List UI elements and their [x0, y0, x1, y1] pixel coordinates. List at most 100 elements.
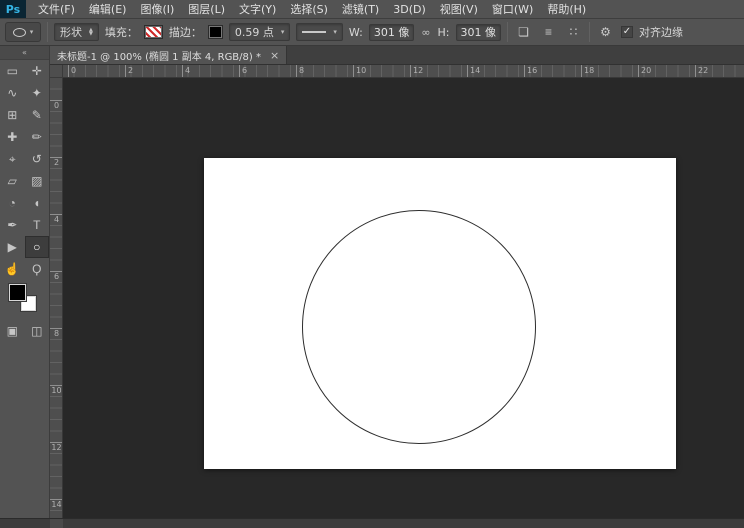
align-edges-label: 对齐边缘 — [639, 26, 683, 39]
zoom-tool[interactable]: Ϙ — [25, 258, 50, 280]
shape-width-field[interactable]: 301 像 — [368, 23, 415, 41]
ruler-label: 6 — [239, 65, 247, 77]
scrollbar-corner — [50, 519, 63, 528]
ruler-label: 14 — [467, 65, 480, 77]
ellipse-shape — [302, 210, 536, 444]
ruler-label: 0 — [50, 100, 62, 111]
gear-icon[interactable]: ⚙ — [596, 23, 615, 42]
path-selection-tool[interactable]: ▶ — [0, 236, 25, 258]
document-tab-title: 未标题-1 @ 100% (椭圆 1 副本 4, RGB/8) * — [57, 51, 261, 63]
divider — [589, 22, 590, 42]
eraser-tool[interactable]: ▱ — [0, 170, 25, 192]
tool-buttons: ▭ ✛ ∿ ✦ ⊞ ✎ ✚ ✏ ⌖ ↺ ▱ ▨ ◔ ◖ ✒ T ▶ ○ ☝ Ϙ — [0, 60, 49, 280]
tool-mode-select[interactable]: 形状 ▲ ▼ — [54, 23, 99, 41]
close-icon[interactable]: × — [270, 50, 279, 61]
clone-stamp-tool[interactable]: ⌖ — [0, 148, 25, 170]
menu-item[interactable]: 文件(F) — [31, 1, 82, 17]
ruler-label: 2 — [125, 65, 133, 77]
ruler-label: 10 — [353, 65, 366, 77]
menu-item[interactable]: 滤镜(T) — [335, 1, 386, 17]
fill-color-swatch[interactable] — [143, 25, 163, 39]
ruler-label: 22 — [695, 65, 708, 77]
dodge-tool[interactable]: ◖ — [25, 192, 50, 214]
height-label: H: — [437, 25, 450, 39]
rectangular-marquee-tool[interactable]: ▭ — [0, 60, 25, 82]
path-alignment-button[interactable]: ≡ — [539, 23, 558, 42]
chevron-down-icon: ▾ — [333, 27, 337, 36]
move-tool[interactable]: ✛ — [25, 60, 50, 82]
ruler-label: 14 — [50, 499, 62, 509]
align-edges-checkbox[interactable]: ✓ — [621, 26, 633, 38]
menu-item[interactable]: 3D(D) — [386, 3, 433, 16]
crop-tool[interactable]: ⊞ — [0, 104, 25, 126]
ruler-origin-corner[interactable] — [50, 65, 63, 78]
ruler-label: 16 — [524, 65, 537, 77]
tool-mode-value: 形状 — [60, 26, 82, 39]
stroke-width-value: 0.59 点 — [234, 26, 274, 39]
ruler-label: 10 — [50, 385, 62, 395]
ruler-label: 4 — [182, 65, 190, 77]
document-canvas[interactable] — [204, 158, 676, 469]
menu-item[interactable]: 视图(V) — [433, 1, 485, 17]
menu-item[interactable]: 帮助(H) — [540, 1, 593, 17]
pen-tool[interactable]: ✒ — [0, 214, 25, 236]
tool-options-bar: ▾ 形状 ▲ ▼ 填充： 描边： 0.59 点 ▾ ▾ W: 301 像 ∞ H:… — [0, 19, 744, 46]
quick-selection-tool[interactable]: ✦ — [25, 82, 50, 104]
menu-item[interactable]: 窗口(W) — [485, 1, 540, 17]
type-tool[interactable]: T — [25, 214, 50, 236]
divider — [507, 22, 508, 42]
document-tab-bar: 未标题-1 @ 100% (椭圆 1 副本 4, RGB/8) * × — [50, 46, 744, 65]
menu-item[interactable]: 文字(Y) — [232, 1, 283, 17]
brush-tool[interactable]: ✏ — [25, 126, 50, 148]
tools-panel: « ▭ ✛ ∿ ✦ ⊞ ✎ ✚ ✏ ⌖ ↺ ▱ ▨ ◔ ◖ ✒ T ▶ ○ ☝ Ϙ ▣ ◫ — [0, 46, 50, 518]
menu-items: 文件(F) 编辑(E) 图像(I) 图层(L) 文字(Y) 选择(S) 滤镜(T) 3D(D)… — [31, 0, 593, 18]
tool-preset-picker[interactable]: ▾ — [5, 22, 41, 42]
lasso-tool[interactable]: ∿ — [0, 82, 25, 104]
history-brush-tool[interactable]: ↺ — [25, 148, 50, 170]
ruler-label: 2 — [50, 157, 62, 168]
menu-bar: Ps 文件(F) 编辑(E) 图像(I) 图层(L) 文字(Y) 选择(S) 滤镜(T) 3D… — [0, 0, 744, 19]
ruler-label: 8 — [296, 65, 304, 77]
ruler-label: 18 — [581, 65, 594, 77]
blur-tool[interactable]: ◔ — [0, 192, 25, 214]
foreground-color-swatch[interactable] — [8, 284, 26, 301]
workspace: « ▭ ✛ ∿ ✦ ⊞ ✎ ✚ ✏ ⌖ ↺ ▱ ▨ ◔ ◖ ✒ T ▶ ○ ☝ Ϙ ▣ ◫ 未标题-1 @ 100% (… — [0, 46, 744, 528]
spinner-arrows-icon: ▲ ▼ — [89, 26, 93, 37]
path-operations-button[interactable]: ❏ — [514, 23, 533, 42]
chevron-down-icon: ▾ — [29, 27, 34, 36]
eyedropper-tool[interactable]: ✎ — [25, 104, 50, 126]
document-area: 未标题-1 @ 100% (椭圆 1 副本 4, RGB/8) * × 0 2 4 6… — [50, 46, 744, 528]
ruler-label: 20 — [638, 65, 651, 77]
ellipse-shape-tool[interactable]: ○ — [24, 236, 49, 258]
status-bar — [0, 518, 744, 528]
ruler-label: 12 — [50, 442, 62, 452]
stroke-color-swatch[interactable] — [207, 25, 223, 39]
canvas-viewport[interactable] — [63, 78, 744, 528]
menu-item[interactable]: 选择(S) — [283, 1, 335, 17]
ruler-label: 8 — [50, 328, 62, 339]
screen-mode-button[interactable]: ◫ — [25, 320, 50, 342]
ruler-label: 12 — [410, 65, 423, 77]
document-tab[interactable]: 未标题-1 @ 100% (椭圆 1 副本 4, RGB/8) * × — [50, 46, 288, 64]
gradient-tool[interactable]: ▨ — [25, 170, 50, 192]
path-arrangement-button[interactable]: ∷ — [564, 23, 583, 42]
menu-item[interactable]: 图像(I) — [133, 1, 181, 17]
menu-item[interactable]: 图层(L) — [181, 1, 232, 17]
horizontal-ruler[interactable]: 0 2 4 6 8 10 12 14 16 18 20 22 — [63, 65, 744, 78]
quick-mask-mode-button[interactable]: ▣ — [0, 320, 25, 342]
stroke-width-select[interactable]: 0.59 点 ▾ — [228, 23, 291, 41]
link-dimensions-icon[interactable]: ∞ — [420, 26, 431, 39]
shape-height-field[interactable]: 301 像 — [455, 23, 501, 41]
ellipse-tool-icon — [12, 27, 26, 37]
menu-item[interactable]: 编辑(E) — [82, 1, 134, 17]
photoshop-logo: Ps — [0, 0, 26, 18]
width-label: W: — [348, 25, 363, 39]
healing-brush-tool[interactable]: ✚ — [0, 126, 25, 148]
collapse-toolbar-button[interactable]: « — [0, 46, 49, 60]
vertical-ruler[interactable]: 0 2 4 6 8 10 12 14 — [50, 78, 63, 528]
color-swatches — [8, 284, 41, 316]
toolbar-extra-buttons: ▣ ◫ — [0, 320, 49, 342]
stroke-type-select[interactable]: ▾ — [296, 23, 343, 41]
solid-line-icon — [302, 31, 327, 33]
hand-tool[interactable]: ☝ — [0, 258, 25, 280]
